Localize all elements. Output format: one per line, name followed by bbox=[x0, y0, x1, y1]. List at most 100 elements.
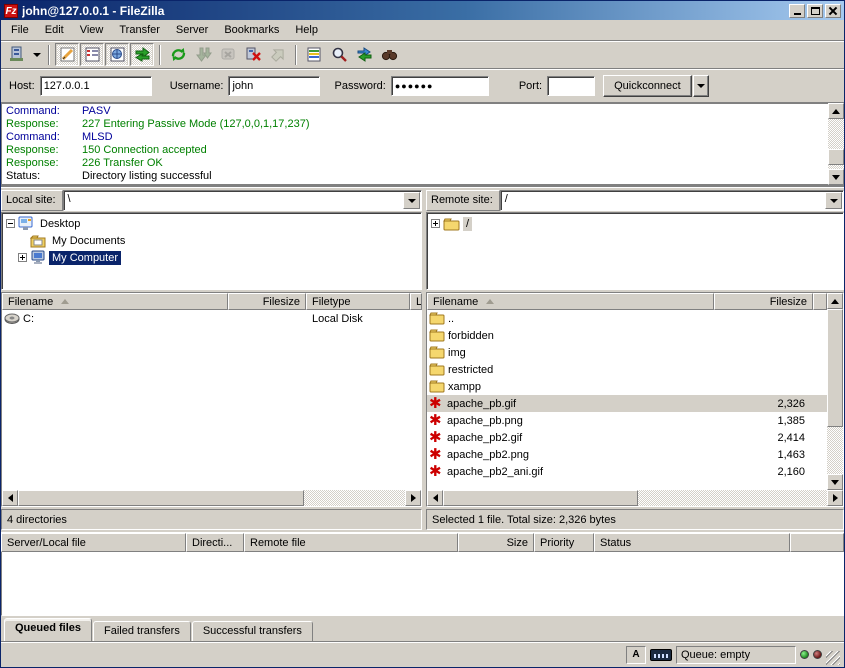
queue-list[interactable] bbox=[1, 552, 844, 616]
scroll-thumb[interactable] bbox=[827, 309, 843, 427]
site-manager-dropdown[interactable] bbox=[30, 43, 43, 66]
scroll-right-button[interactable] bbox=[827, 490, 843, 506]
file-row[interactable]: ✱apache_pb2.gif2,414 bbox=[427, 429, 827, 446]
scroll-down-button[interactable] bbox=[827, 474, 843, 490]
compare-directories-icon bbox=[329, 45, 349, 65]
username-input[interactable] bbox=[228, 76, 320, 96]
scroll-thumb[interactable] bbox=[828, 149, 844, 165]
host-input[interactable] bbox=[40, 76, 152, 96]
compare-button[interactable] bbox=[327, 43, 351, 66]
process-queue-button[interactable] bbox=[191, 43, 215, 66]
tree-item-desktop[interactable]: Desktop bbox=[6, 215, 421, 232]
tree-item-my-documents[interactable]: My Documents bbox=[6, 232, 421, 249]
toggle-local-tree-button[interactable] bbox=[80, 43, 104, 66]
file-row[interactable]: ✱apache_pb.png1,385 bbox=[427, 412, 827, 429]
file-row[interactable]: restricted bbox=[427, 361, 827, 378]
message-log[interactable]: Command:PASV Response:227 Entering Passi… bbox=[1, 103, 828, 185]
close-button[interactable] bbox=[825, 4, 841, 18]
tab-failed-transfers[interactable]: Failed transfers bbox=[93, 621, 191, 641]
file-row-c-drive[interactable]: C: Local Disk bbox=[2, 310, 421, 327]
file-row-selected[interactable]: ✱apache_pb.gif2,326 bbox=[427, 395, 827, 412]
site-manager-button[interactable] bbox=[5, 43, 29, 66]
column-header-server-local-file[interactable]: Server/Local file bbox=[1, 533, 186, 552]
local-site-path[interactable]: \ bbox=[64, 191, 402, 210]
reconnect-button[interactable] bbox=[266, 43, 290, 66]
scroll-left-button[interactable] bbox=[427, 490, 443, 506]
scroll-left-button[interactable] bbox=[2, 490, 18, 506]
menu-bookmarks[interactable]: Bookmarks bbox=[216, 22, 287, 38]
menu-server[interactable]: Server bbox=[168, 22, 216, 38]
toggle-queue-button[interactable] bbox=[130, 43, 154, 66]
scroll-thumb[interactable] bbox=[18, 490, 304, 506]
file-row[interactable]: xampp bbox=[427, 378, 827, 395]
toggle-remote-tree-button[interactable] bbox=[105, 43, 129, 66]
column-header-size[interactable]: Size bbox=[458, 533, 534, 552]
column-header-filesize[interactable]: Filesize bbox=[714, 293, 813, 310]
file-row[interactable]: ✱apache_pb2.png1,463 bbox=[427, 446, 827, 463]
scroll-track[interactable] bbox=[443, 490, 827, 506]
local-site-dropdown[interactable] bbox=[403, 192, 420, 209]
remote-site-combobox[interactable]: / bbox=[500, 190, 844, 211]
menu-edit[interactable]: Edit bbox=[37, 22, 72, 38]
resize-grip[interactable] bbox=[826, 651, 840, 665]
expand-icon[interactable] bbox=[431, 219, 440, 228]
quickconnect-dropdown[interactable] bbox=[693, 75, 709, 97]
scroll-track[interactable] bbox=[828, 119, 844, 169]
disconnect-button[interactable] bbox=[241, 43, 265, 66]
tree-item-root[interactable]: / bbox=[431, 215, 843, 232]
tab-successful-transfers[interactable]: Successful transfers bbox=[192, 621, 313, 641]
column-header-filename[interactable]: Filename bbox=[2, 293, 228, 310]
file-row[interactable]: .. bbox=[427, 310, 827, 327]
local-directory-tree[interactable]: Desktop My Documents My Computer bbox=[1, 212, 422, 290]
menu-file[interactable]: File bbox=[3, 22, 37, 38]
minimize-button[interactable] bbox=[789, 4, 805, 18]
column-header-remote-file[interactable]: Remote file bbox=[244, 533, 458, 552]
scroll-track[interactable] bbox=[18, 490, 405, 506]
scroll-track[interactable] bbox=[827, 309, 843, 474]
refresh-button[interactable] bbox=[166, 43, 190, 66]
remote-site-dropdown[interactable] bbox=[825, 192, 842, 209]
collapse-icon[interactable] bbox=[6, 219, 15, 228]
column-header-filesize[interactable]: Filesize bbox=[228, 293, 306, 310]
scroll-up-button[interactable] bbox=[827, 293, 843, 309]
tab-queued-files[interactable]: Queued files bbox=[4, 618, 92, 641]
column-header-filetype[interactable]: Filetype bbox=[306, 293, 410, 310]
quickconnect-button[interactable]: Quickconnect bbox=[603, 75, 692, 97]
file-row[interactable]: ✱apache_pb2_ani.gif2,160 bbox=[427, 463, 827, 480]
filter-button[interactable] bbox=[302, 43, 326, 66]
log-vertical-scrollbar[interactable] bbox=[828, 103, 844, 185]
local-list-body[interactable]: C: Local Disk bbox=[2, 310, 421, 490]
sync-browse-button[interactable] bbox=[352, 43, 376, 66]
remote-list-body[interactable]: .. forbidden img restricted xampp ✱apach… bbox=[427, 310, 827, 490]
column-header-status[interactable]: Status bbox=[594, 533, 790, 552]
column-header-filename[interactable]: Filename bbox=[427, 293, 714, 310]
remote-vertical-scrollbar[interactable] bbox=[827, 293, 843, 490]
cancel-button[interactable] bbox=[216, 43, 240, 66]
local-horizontal-scrollbar[interactable] bbox=[2, 490, 421, 506]
remote-directory-tree[interactable]: / bbox=[426, 212, 844, 290]
column-header-lastmodified[interactable]: L bbox=[410, 293, 422, 310]
password-input[interactable] bbox=[391, 76, 489, 96]
title-bar[interactable]: Fz john@127.0.0.1 - FileZilla bbox=[1, 1, 844, 20]
port-input[interactable] bbox=[547, 76, 595, 96]
tree-item-my-computer[interactable]: My Computer bbox=[6, 249, 421, 266]
menu-help[interactable]: Help bbox=[287, 22, 326, 38]
local-site-combobox[interactable]: \ bbox=[63, 190, 422, 211]
column-header-direction[interactable]: Directi... bbox=[186, 533, 244, 552]
file-row[interactable]: forbidden bbox=[427, 327, 827, 344]
expand-icon[interactable] bbox=[18, 253, 27, 262]
toggle-log-button[interactable] bbox=[55, 43, 79, 66]
menu-transfer[interactable]: Transfer bbox=[111, 22, 168, 38]
scroll-down-button[interactable] bbox=[828, 169, 844, 185]
find-files-button[interactable] bbox=[377, 43, 401, 66]
menu-view[interactable]: View bbox=[72, 22, 112, 38]
scroll-thumb[interactable] bbox=[443, 490, 638, 506]
scroll-right-button[interactable] bbox=[405, 490, 421, 506]
maximize-button[interactable] bbox=[807, 4, 823, 18]
scroll-up-button[interactable] bbox=[828, 103, 844, 119]
remote-site-path[interactable]: / bbox=[501, 191, 824, 210]
column-header-priority[interactable]: Priority bbox=[534, 533, 594, 552]
file-row[interactable]: img bbox=[427, 344, 827, 361]
directory-filter-icon bbox=[304, 45, 324, 65]
remote-horizontal-scrollbar[interactable] bbox=[427, 490, 843, 506]
